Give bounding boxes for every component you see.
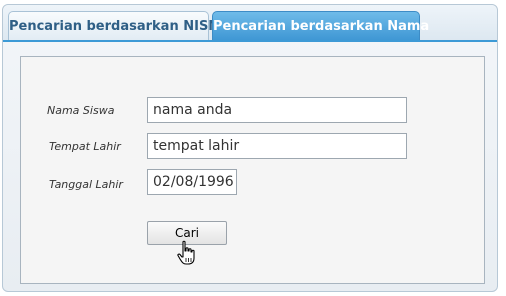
nama-siswa-label: Nama Siswa (47, 104, 115, 117)
search-widget: Pencarian berdasarkan NISN Pencarian ber… (2, 4, 498, 292)
tempat-lahir-input[interactable]: tempat lahir (147, 133, 407, 159)
tab-bar: Pencarian berdasarkan NISN Pencarian ber… (3, 5, 497, 42)
search-form-panel: Nama Siswa nama anda Tempat Lahir tempat… (20, 56, 485, 284)
tempat-lahir-label: Tempat Lahir (49, 140, 121, 153)
tab-search-by-nisn[interactable]: Pencarian berdasarkan NISN (8, 11, 219, 40)
tanggal-lahir-input[interactable]: 02/08/1996 (147, 169, 237, 195)
tanggal-lahir-label: Tanggal Lahir (49, 178, 123, 191)
nama-siswa-input[interactable]: nama anda (147, 97, 407, 123)
hand-pointer-cursor-icon (177, 240, 195, 265)
tab-search-by-name[interactable]: Pencarian berdasarkan Nama (212, 11, 429, 40)
